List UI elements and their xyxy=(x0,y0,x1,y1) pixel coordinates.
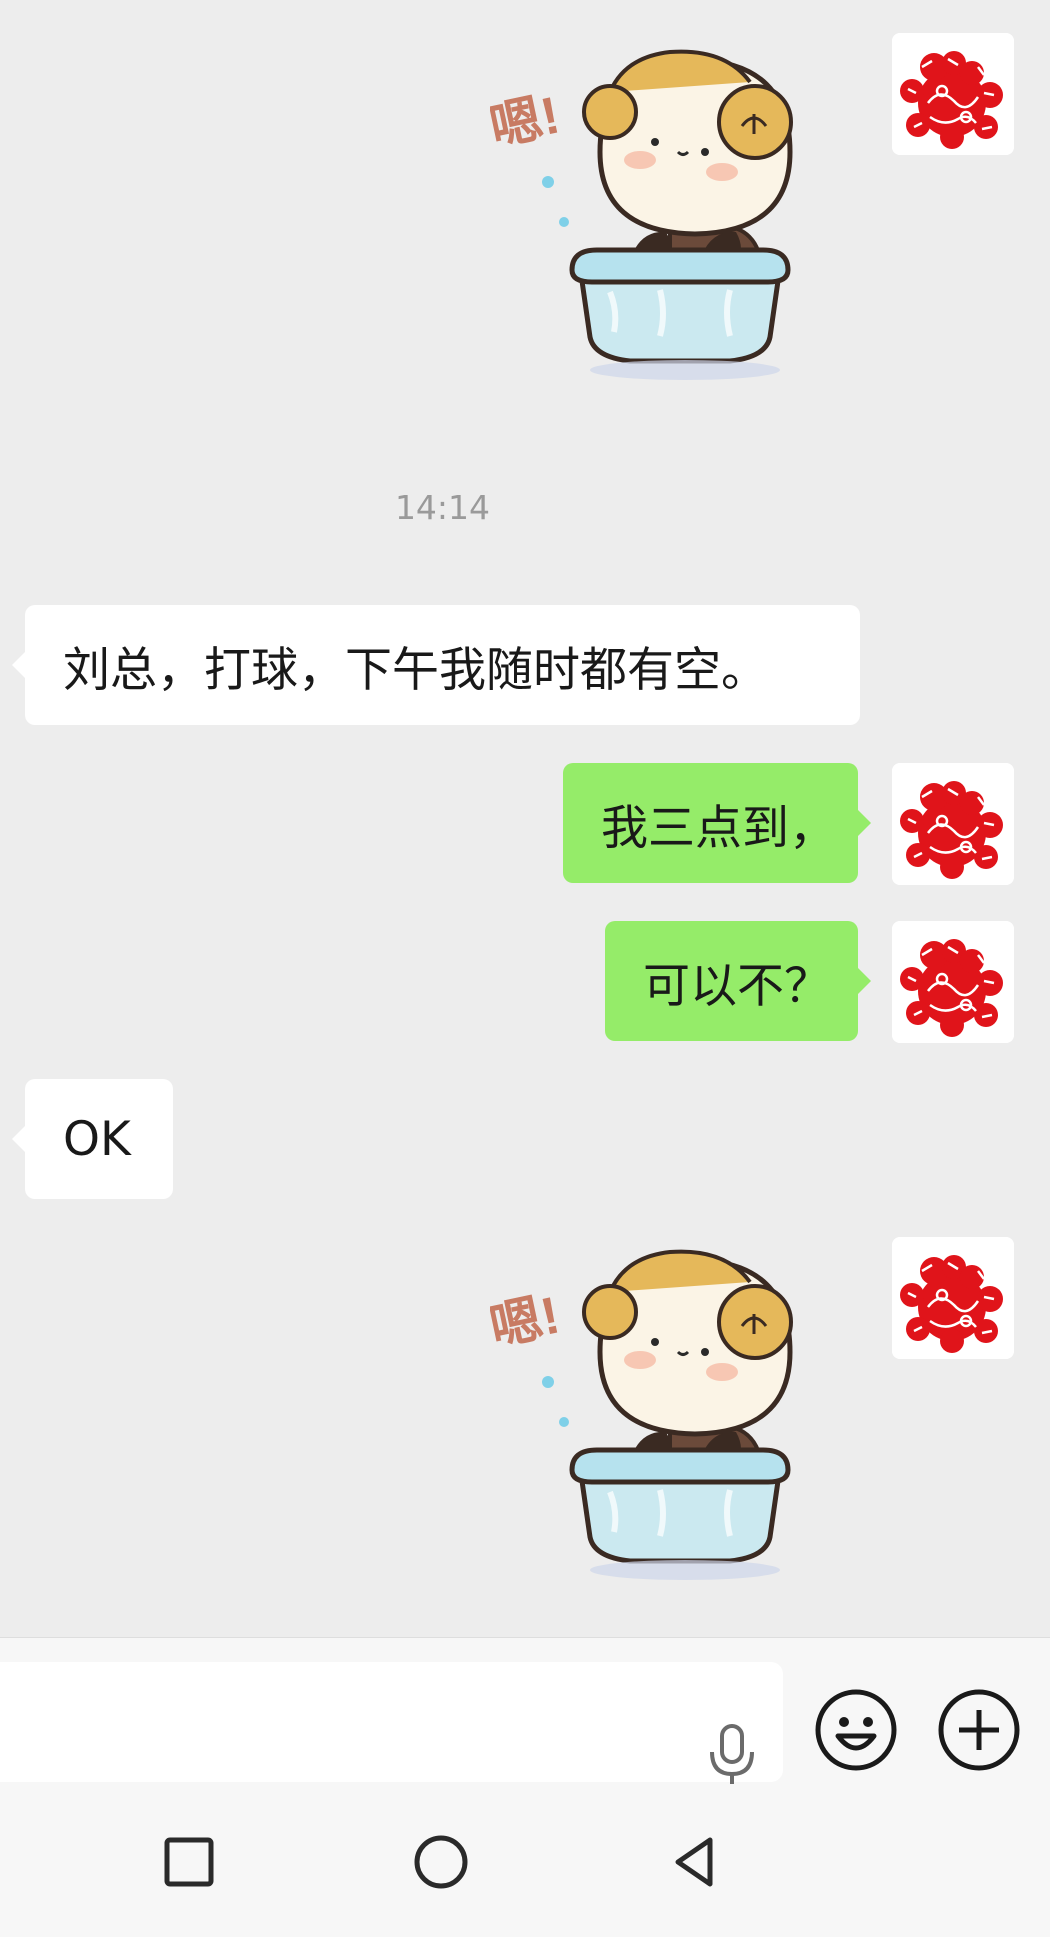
message-text: 可以不？ xyxy=(643,958,831,1014)
outgoing-message[interactable]: 我三点到， xyxy=(563,763,871,883)
papercut-avatar-icon xyxy=(892,763,1014,885)
avatar[interactable] xyxy=(892,1237,1014,1359)
papercut-avatar-icon xyxy=(892,33,1014,155)
sticker-message[interactable] xyxy=(490,22,870,392)
system-navigation-bar xyxy=(0,1787,1050,1937)
incoming-message[interactable]: OK xyxy=(12,1079,173,1199)
message-text: 我三点到， xyxy=(601,800,836,856)
sticker-message[interactable] xyxy=(490,1222,870,1592)
smiley-face-icon[interactable] xyxy=(814,1688,898,1772)
triangle-back-icon[interactable] xyxy=(666,1832,726,1892)
message-text: OK xyxy=(63,1111,131,1167)
plus-circle-icon[interactable] xyxy=(937,1688,1021,1772)
sheep-sticker-icon xyxy=(490,1222,870,1592)
avatar[interactable] xyxy=(892,763,1014,885)
outgoing-message[interactable]: 可以不？ xyxy=(605,921,871,1041)
chat-area: 14:14 刘总，打球，下午我随时都有空。 我三点到， 可以不？ OK xyxy=(0,0,1050,1637)
avatar[interactable] xyxy=(892,921,1014,1043)
sheep-sticker-icon xyxy=(490,22,870,392)
papercut-avatar-icon xyxy=(892,921,1014,1043)
papercut-avatar-icon xyxy=(892,1237,1014,1359)
avatar[interactable] xyxy=(892,33,1014,155)
message-timestamp: 14:14 xyxy=(394,488,491,527)
circle-icon[interactable] xyxy=(411,1832,471,1892)
square-icon[interactable] xyxy=(159,1832,219,1892)
message-text: 刘总，打球，下午我随时都有空。 xyxy=(63,642,768,698)
message-input[interactable] xyxy=(0,1662,783,1784)
incoming-message[interactable]: 刘总，打球，下午我随时都有空。 xyxy=(12,605,860,725)
message-composer xyxy=(0,1637,1050,1788)
microphone-icon[interactable] xyxy=(702,1722,762,1788)
